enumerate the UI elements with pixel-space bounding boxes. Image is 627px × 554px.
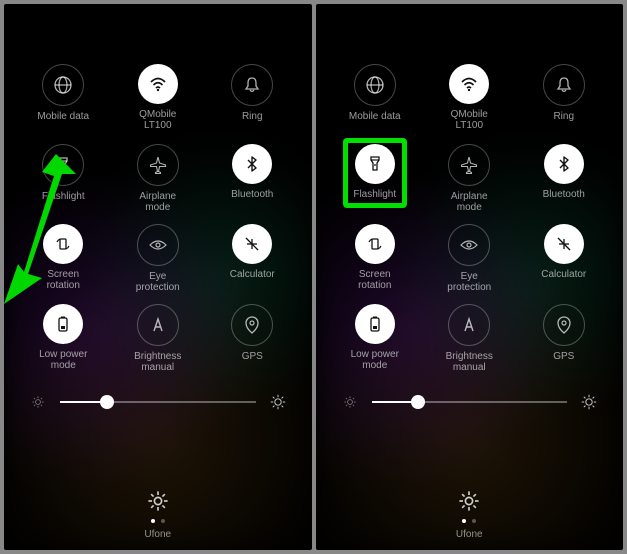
tile-rotation[interactable]: Screen rotation [16,224,111,294]
brightness-low-icon [342,394,358,410]
tile-label: Ring [242,111,263,122]
auto-a-icon [448,304,490,346]
tile-rotation[interactable]: Screen rotation [328,224,423,294]
gps-icon [231,304,273,346]
tile-mobile-data[interactable]: Mobile data [328,64,423,134]
bell-icon [543,64,585,106]
tile-ring[interactable]: Ring [205,64,300,134]
tile-label: GPS [242,351,263,362]
page-indicator [151,519,165,523]
battery-icon [43,304,83,344]
tile-label: Eye protection [136,271,180,293]
tile-eye[interactable]: Eye protection [111,224,206,294]
tile-label: Eye protection [447,271,491,293]
tile-bluetooth[interactable]: Bluetooth [205,144,300,214]
tile-label: Calculator [230,269,275,280]
tile-eye[interactable]: Eye protection [422,224,517,294]
brightness-track[interactable] [60,401,256,403]
tile-ring[interactable]: Ring [517,64,612,134]
quick-settings-panel: Mobile data QMobile LT100 Ring Flashlight Ai… [316,4,624,550]
tile-airplane[interactable]: Airplane mode [422,144,517,214]
tile-label: Screen rotation [358,269,391,291]
brightness-low-icon [30,394,46,410]
tile-label: Airplane mode [139,191,176,213]
tile-label: Brightness manual [134,351,181,373]
tile-label: QMobile LT100 [451,109,488,131]
tile-label: Flashlight [353,189,396,200]
tile-label: Screen rotation [47,269,80,291]
flashlight-icon [42,144,84,186]
brightness-high-icon [581,394,597,410]
wifi-icon [138,64,178,104]
bluetooth-icon [232,144,272,184]
settings-gear-button[interactable] [146,489,170,513]
page-indicator [462,519,476,523]
tile-brightmanual[interactable]: Brightness manual [422,304,517,374]
bell-icon [231,64,273,106]
tile-lowpower[interactable]: Low power mode [16,304,111,374]
battery-icon [355,304,395,344]
tiles-grid: Mobile data QMobile LT100 Ring Flashlight Ai… [4,4,312,374]
brightness-thumb[interactable] [411,395,425,409]
calc-icon [544,224,584,264]
rotation-icon [355,224,395,264]
tile-label: Bluetooth [543,189,585,200]
tile-lowpower[interactable]: Low power mode [328,304,423,374]
settings-gear-button[interactable] [457,489,481,513]
flashlight-icon [355,144,395,184]
tile-calc[interactable]: Calculator [205,224,300,294]
tile-flashlight[interactable]: Flashlight [328,144,423,214]
globe-icon [354,64,396,106]
tile-mobile-data[interactable]: Mobile data [16,64,111,134]
eye-icon [448,224,490,266]
tile-label: Calculator [541,269,586,280]
globe-icon [42,64,84,106]
tile-label: Brightness manual [446,351,493,373]
brightness-high-icon [270,394,286,410]
tile-flashlight[interactable]: Flashlight [16,144,111,214]
carrier-label: Ufone [456,529,483,540]
tile-wifi[interactable]: QMobile LT100 [422,64,517,134]
tile-label: Mobile data [37,111,89,122]
tile-label: Flashlight [42,191,85,202]
brightness-slider[interactable] [4,374,312,410]
gps-icon [543,304,585,346]
airplane-icon [448,144,490,186]
tile-gps[interactable]: GPS [517,304,612,374]
tile-label: Bluetooth [231,189,273,200]
carrier-label: Ufone [144,529,171,540]
tile-label: Mobile data [349,111,401,122]
tile-wifi[interactable]: QMobile LT100 [111,64,206,134]
auto-a-icon [137,304,179,346]
brightness-thumb[interactable] [100,395,114,409]
brightness-slider[interactable] [316,374,624,410]
airplane-icon [137,144,179,186]
rotation-icon [43,224,83,264]
eye-icon [137,224,179,266]
wifi-icon [449,64,489,104]
tile-airplane[interactable]: Airplane mode [111,144,206,214]
bluetooth-icon [544,144,584,184]
tile-label: QMobile LT100 [139,109,176,131]
tile-calc[interactable]: Calculator [517,224,612,294]
tile-brightmanual[interactable]: Brightness manual [111,304,206,374]
brightness-track[interactable] [372,401,568,403]
tile-label: Low power mode [39,349,87,371]
tile-gps[interactable]: GPS [205,304,300,374]
tile-label: GPS [553,351,574,362]
calc-icon [232,224,272,264]
tile-bluetooth[interactable]: Bluetooth [517,144,612,214]
tile-label: Low power mode [351,349,399,371]
quick-settings-panel: Mobile data QMobile LT100 Ring Flashlight Ai… [4,4,312,550]
tiles-grid: Mobile data QMobile LT100 Ring Flashlight Ai… [316,4,624,374]
tile-label: Airplane mode [451,191,488,213]
tile-label: Ring [553,111,574,122]
